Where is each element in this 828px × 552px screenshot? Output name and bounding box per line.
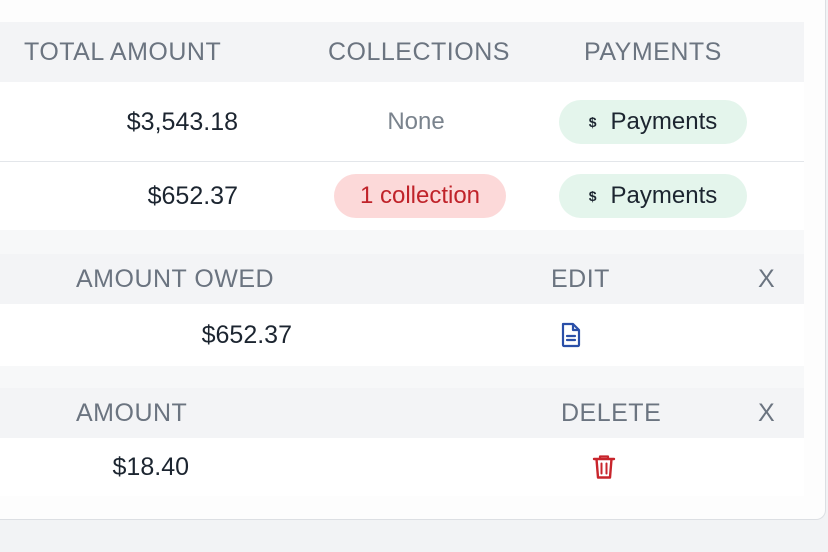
table-row: $3,543.18 None $ Payments [0,82,804,162]
amount-header: AMOUNT [76,398,188,427]
payments-label: Payments [610,182,718,209]
delete-header: DELETE [561,398,662,427]
table1-header: TOTAL AMOUNT COLLECTIONS PAYMENTS [0,22,804,82]
trash-icon[interactable] [590,452,618,482]
table-row: $18.40 [0,438,804,496]
total-amount-value: $3,543.18 [126,107,238,136]
table2-header: AMOUNT OWED EDIT X [0,254,804,304]
payments-button[interactable]: $ Payments [559,100,747,144]
document-icon[interactable] [557,320,585,350]
amount-owed-header: AMOUNT OWED [76,264,275,293]
edit-header: EDIT [551,264,610,293]
section-gap [0,230,804,254]
collection-badge[interactable]: 1 collection [334,174,506,218]
table3-header: AMOUNT DELETE X [0,388,804,438]
dollar-icon: $ [588,114,597,130]
amount-owed-value: $652.37 [201,320,292,349]
collections-value: None [387,108,445,135]
total-amount-header: TOTAL AMOUNT [24,37,222,66]
table-row: $652.37 [0,304,804,366]
dollar-icon: $ [588,188,597,204]
detail-card: TOTAL AMOUNT COLLECTIONS PAYMENTS $3,543… [0,0,826,520]
table-row: $652.37 1 collection $ Payments [0,162,804,230]
payments-header: PAYMENTS [584,37,722,66]
collections-header: COLLECTIONS [328,37,510,66]
payments-button[interactable]: $ Payments [559,174,747,218]
section-gap [0,366,804,388]
payments-label: Payments [610,108,718,135]
amount-value: $18.40 [112,452,189,481]
close-button[interactable]: X [758,388,775,438]
close-button[interactable]: X [758,254,775,304]
total-amount-value: $652.37 [147,181,238,210]
